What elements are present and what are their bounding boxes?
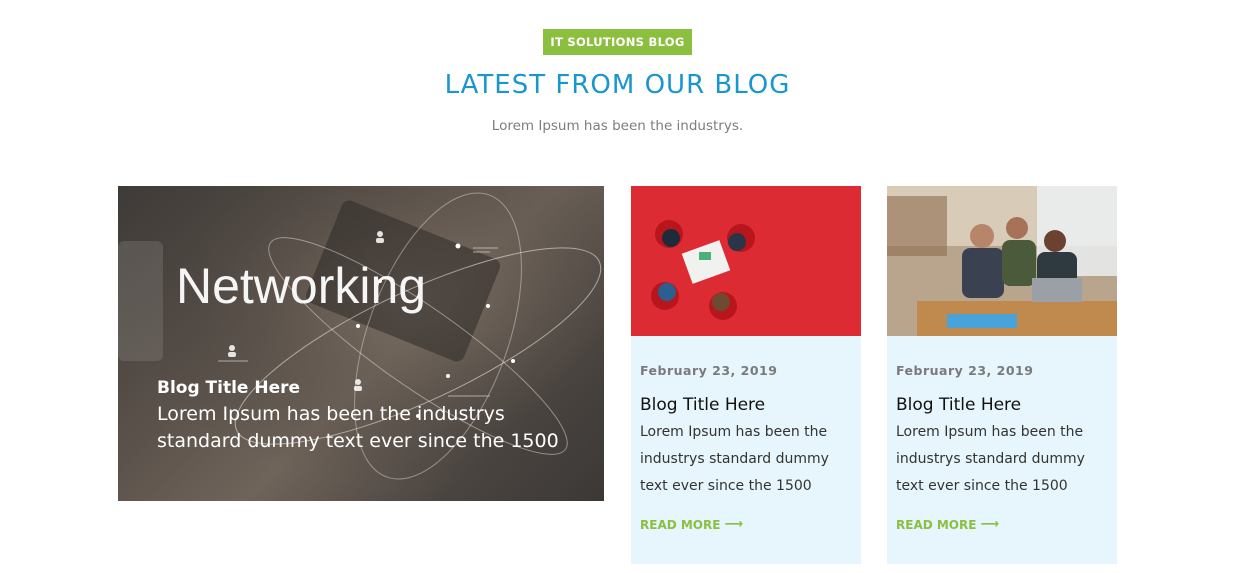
blog-card-2[interactable]: February 23, 2019 Blog Title Here Lorem … — [887, 186, 1117, 564]
read-more-label: READ MORE — [640, 517, 721, 532]
card-date: February 23, 2019 — [896, 363, 1034, 378]
card-description: Lorem Ipsum has been the industrys stand… — [640, 424, 829, 494]
section-subheading: Lorem Ipsum has been the industrys. — [491, 118, 744, 134]
read-more-link[interactable]: READ MORE ⟶ — [640, 517, 743, 532]
card-title[interactable]: Blog Title Here — [640, 395, 852, 415]
blog-card-1[interactable]: February 23, 2019 Blog Title Here Lorem … — [631, 186, 861, 564]
read-more-label: READ MORE — [896, 517, 977, 532]
networking-image-text: Networking — [176, 258, 426, 314]
featured-text: Blog Title Here Lorem Ipsum has been the… — [157, 378, 577, 455]
card-description: Lorem Ipsum has been the industrys stand… — [896, 424, 1085, 494]
read-more-link[interactable]: READ MORE ⟶ — [896, 517, 999, 532]
featured-title[interactable]: Blog Title Here — [157, 378, 577, 398]
meeting-table-image — [631, 186, 861, 336]
long-arrow-right-icon: ⟶ — [980, 517, 1000, 532]
section-badge: IT SOLUTIONS BLOG — [543, 29, 692, 55]
long-arrow-right-icon: ⟶ — [724, 517, 744, 532]
blog-section: IT SOLUTIONS BLOG LATEST FROM OUR BLOG L… — [0, 0, 1235, 573]
card-date: February 23, 2019 — [640, 363, 778, 378]
team-office-image — [887, 186, 1117, 336]
featured-post-card[interactable]: Networking Blog Title Here Lorem Ipsum h… — [118, 186, 604, 501]
section-heading: LATEST FROM OUR BLOG — [444, 70, 791, 100]
card-title[interactable]: Blog Title Here — [896, 395, 1108, 415]
featured-description: Lorem Ipsum has been the industrys stand… — [157, 403, 559, 452]
